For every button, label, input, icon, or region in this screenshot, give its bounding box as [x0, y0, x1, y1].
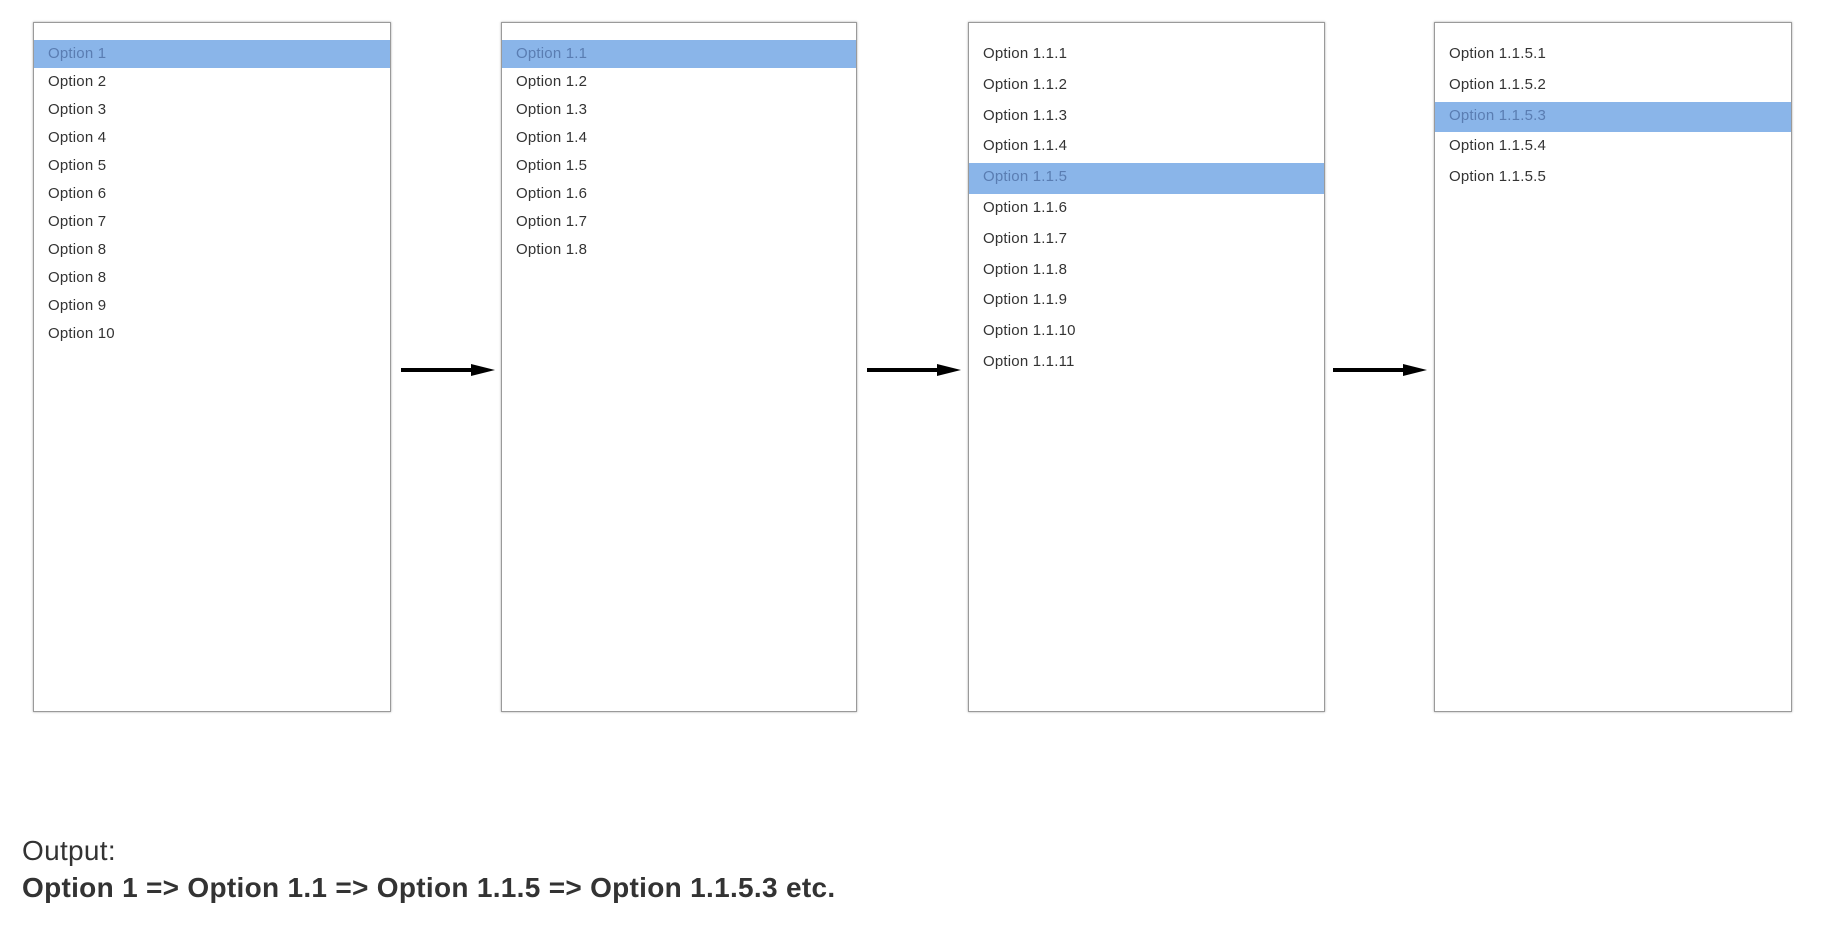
list-item[interactable]: Option 8: [34, 236, 390, 264]
list-item[interactable]: Option 1.7: [502, 208, 856, 236]
list-item[interactable]: Option 2: [34, 68, 390, 96]
arrow-right-icon: [1333, 364, 1427, 376]
list-item[interactable]: Option 4: [34, 124, 390, 152]
arrow-right-icon: [401, 364, 495, 376]
list-item[interactable]: Option 1.1.1: [969, 40, 1324, 71]
list-item[interactable]: Option 1.1.4: [969, 132, 1324, 163]
list-item[interactable]: Option 1.3: [502, 96, 856, 124]
option-list-items: Option 1.1.1 Option 1.1.2 Option 1.1.3 Opti…: [969, 40, 1324, 379]
list-item[interactable]: Option 1.1.5.5: [1435, 163, 1791, 194]
option-list-level-1[interactable]: Option 1 Option 2 Option 3 Option 4 Option 5…: [33, 22, 391, 712]
list-item[interactable]: Option 10: [34, 320, 390, 348]
list-item[interactable]: Option 1.1.5.2: [1435, 71, 1791, 102]
list-item[interactable]: Option 1.1.3: [969, 102, 1324, 133]
list-item[interactable]: Option 1.1.8: [969, 256, 1324, 287]
list-item[interactable]: Option 1.5: [502, 152, 856, 180]
list-item[interactable]: Option 1.8: [502, 236, 856, 264]
list-item[interactable]: Option 1.2: [502, 68, 856, 96]
list-item[interactable]: Option 1.1.6: [969, 194, 1324, 225]
list-item[interactable]: Option 1.1.10: [969, 317, 1324, 348]
option-list-items: Option 1.1.5.1 Option 1.1.5.2 Option 1.1.5…: [1435, 40, 1791, 194]
list-item-selected[interactable]: Option 1.1.5.3: [1435, 101, 1791, 133]
list-item[interactable]: Option 1.1.9: [969, 286, 1324, 317]
list-item[interactable]: Option 1.1.5.4: [1435, 132, 1791, 163]
list-item[interactable]: Option 3: [34, 96, 390, 124]
option-list-level-2[interactable]: Option 1.1 Option 1.2 Option 1.3 Option 1.4…: [501, 22, 857, 712]
arrow-right-icon: [867, 364, 961, 376]
list-item[interactable]: Option 1.1.5.1: [1435, 40, 1791, 71]
option-list-level-4[interactable]: Option 1.1.5.1 Option 1.1.5.2 Option 1.1.5…: [1434, 22, 1792, 712]
list-item[interactable]: Option 1.1.2: [969, 71, 1324, 102]
list-item[interactable]: Option 8: [34, 264, 390, 292]
list-item-selected[interactable]: Option 1: [34, 40, 390, 68]
list-item[interactable]: Option 5: [34, 152, 390, 180]
option-list-items: Option 1 Option 2 Option 3 Option 4 Option 5…: [34, 40, 390, 348]
list-item[interactable]: Option 1.4: [502, 124, 856, 152]
output-path: Option 1 => Option 1.1 => Option 1.1.5 =…: [22, 872, 836, 903]
output-label: Output:: [22, 835, 116, 866]
list-item[interactable]: Option 1.6: [502, 180, 856, 208]
list-item[interactable]: Option 9: [34, 292, 390, 320]
list-item[interactable]: Option 1.1.7: [969, 225, 1324, 256]
list-item[interactable]: Option 6: [34, 180, 390, 208]
list-item-selected[interactable]: Option 1.1: [502, 40, 856, 68]
option-list-items: Option 1.1 Option 1.2 Option 1.3 Option 1.4…: [502, 40, 856, 264]
option-list-level-3[interactable]: Option 1.1.1 Option 1.1.2 Option 1.1.3 Opti…: [968, 22, 1325, 712]
list-item-selected[interactable]: Option 1.1.5: [969, 163, 1324, 194]
list-item[interactable]: Option 1.1.11: [969, 348, 1324, 379]
list-item[interactable]: Option 7: [34, 208, 390, 236]
